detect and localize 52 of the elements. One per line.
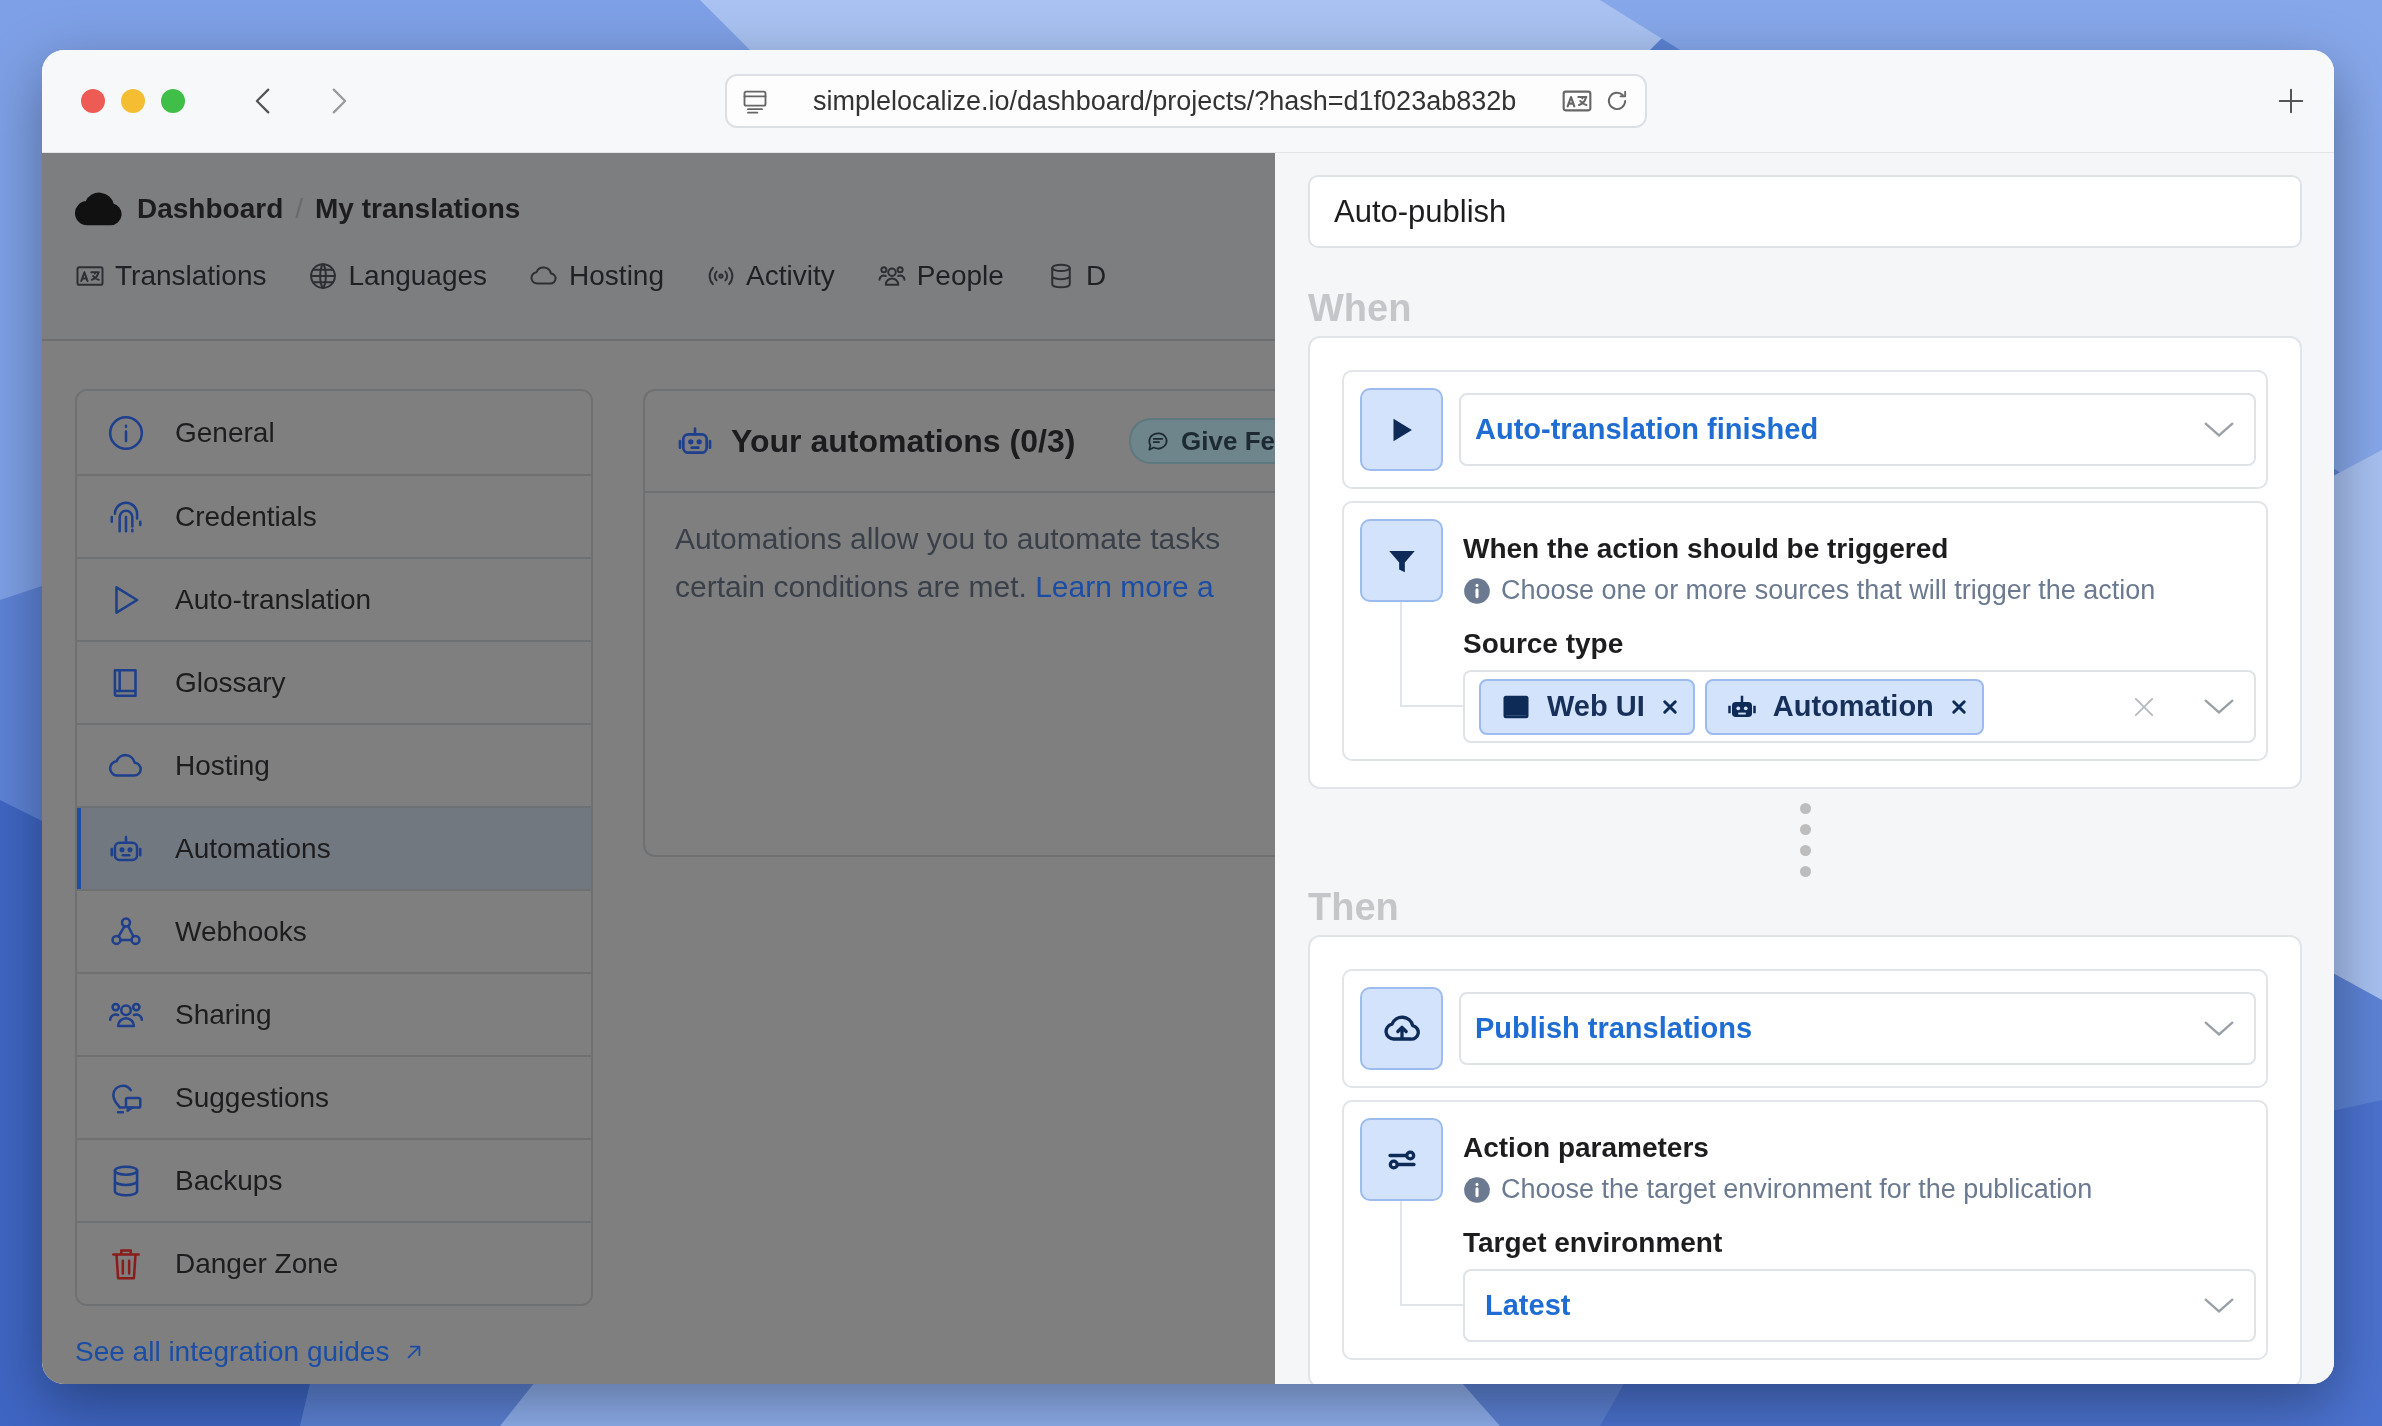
field-label: Source type xyxy=(1463,627,1625,661)
nav-tab[interactable]: People xyxy=(876,247,1004,307)
multi-select-field[interactable]: Web UI Automation xyxy=(1463,670,2256,743)
breadcrumb-separator: / xyxy=(295,193,304,225)
tag-label: Automation xyxy=(1772,690,1934,723)
nav-tab[interactable]: Translations xyxy=(75,247,267,307)
maximize-button[interactable] xyxy=(161,89,185,113)
sliders-step-icon xyxy=(1360,1118,1443,1201)
select-field[interactable]: Auto-translation finished xyxy=(1459,393,2256,466)
card-title: Your automations (0/3) xyxy=(731,422,1076,460)
nav-tab[interactable]: Hosting xyxy=(529,247,664,307)
new-tab-icon xyxy=(2276,86,2306,116)
nav-tab[interactable]: Languages xyxy=(308,247,488,307)
cloud-upload-step-icon xyxy=(1360,987,1443,1070)
remove-icon[interactable] xyxy=(1660,697,1679,716)
select-value: Auto-translation finished xyxy=(1475,413,1819,446)
url-text: simplelocalize.io/dashboard/projects/?hash=d1f023ab832b xyxy=(813,85,1518,117)
sidebar-item[interactable]: Danger Zone xyxy=(77,1221,591,1304)
name-value: Auto-publish xyxy=(1334,193,1507,230)
select-field[interactable]: Publish translations xyxy=(1459,992,2256,1065)
address-bar[interactable]: simplelocalize.io/dashboard/projects/?hash=d1f023ab832b xyxy=(725,74,1647,128)
sidebar-item[interactable]: Automations xyxy=(77,806,591,889)
field-label: Target environment xyxy=(1463,1226,1724,1260)
name-field[interactable]: Auto-publish xyxy=(1308,175,2302,248)
breadcrumb-link[interactable]: Dashboard xyxy=(137,193,284,225)
close-button[interactable] xyxy=(81,89,105,113)
globe-icon xyxy=(308,260,339,291)
block-title: Action parameters xyxy=(1463,1131,1710,1165)
remove-icon[interactable] xyxy=(1949,697,1968,716)
select-value: Publish translations xyxy=(1475,1012,1753,1045)
chevron-down-icon xyxy=(2204,1020,2234,1037)
filter-step-icon xyxy=(1360,519,1443,602)
description-text: certain conditions are met. xyxy=(675,570,1027,603)
description-text: Automations allow you to automate tasks xyxy=(675,521,1222,557)
nav-tab[interactable]: D xyxy=(1045,247,1107,307)
info-icon xyxy=(1463,1175,1491,1204)
hint-text: Choose one or more sources that will trigger the action xyxy=(1501,575,2156,606)
play-step-icon xyxy=(1360,388,1443,471)
select-field[interactable]: Latest xyxy=(1463,1269,2256,1342)
select-value: Latest xyxy=(1485,1289,1571,1322)
minimize-button[interactable] xyxy=(121,89,145,113)
nav-tab[interactable]: Activity xyxy=(706,247,835,307)
chevron-down-icon xyxy=(2204,1297,2234,1314)
feedback-button[interactable]: Give Fe xyxy=(1129,418,1275,464)
hint-text: Choose the target environment for the publication xyxy=(1501,1174,2093,1205)
info-icon xyxy=(107,413,145,452)
chevron-down-icon xyxy=(2204,698,2234,715)
chevron-down-icon xyxy=(2204,421,2234,438)
info-icon xyxy=(1463,576,1491,605)
tag-label: Web UI xyxy=(1547,690,1645,723)
block-title: When the action should be triggered xyxy=(1463,532,1950,566)
breadcrumb-current: My translations xyxy=(315,193,521,225)
